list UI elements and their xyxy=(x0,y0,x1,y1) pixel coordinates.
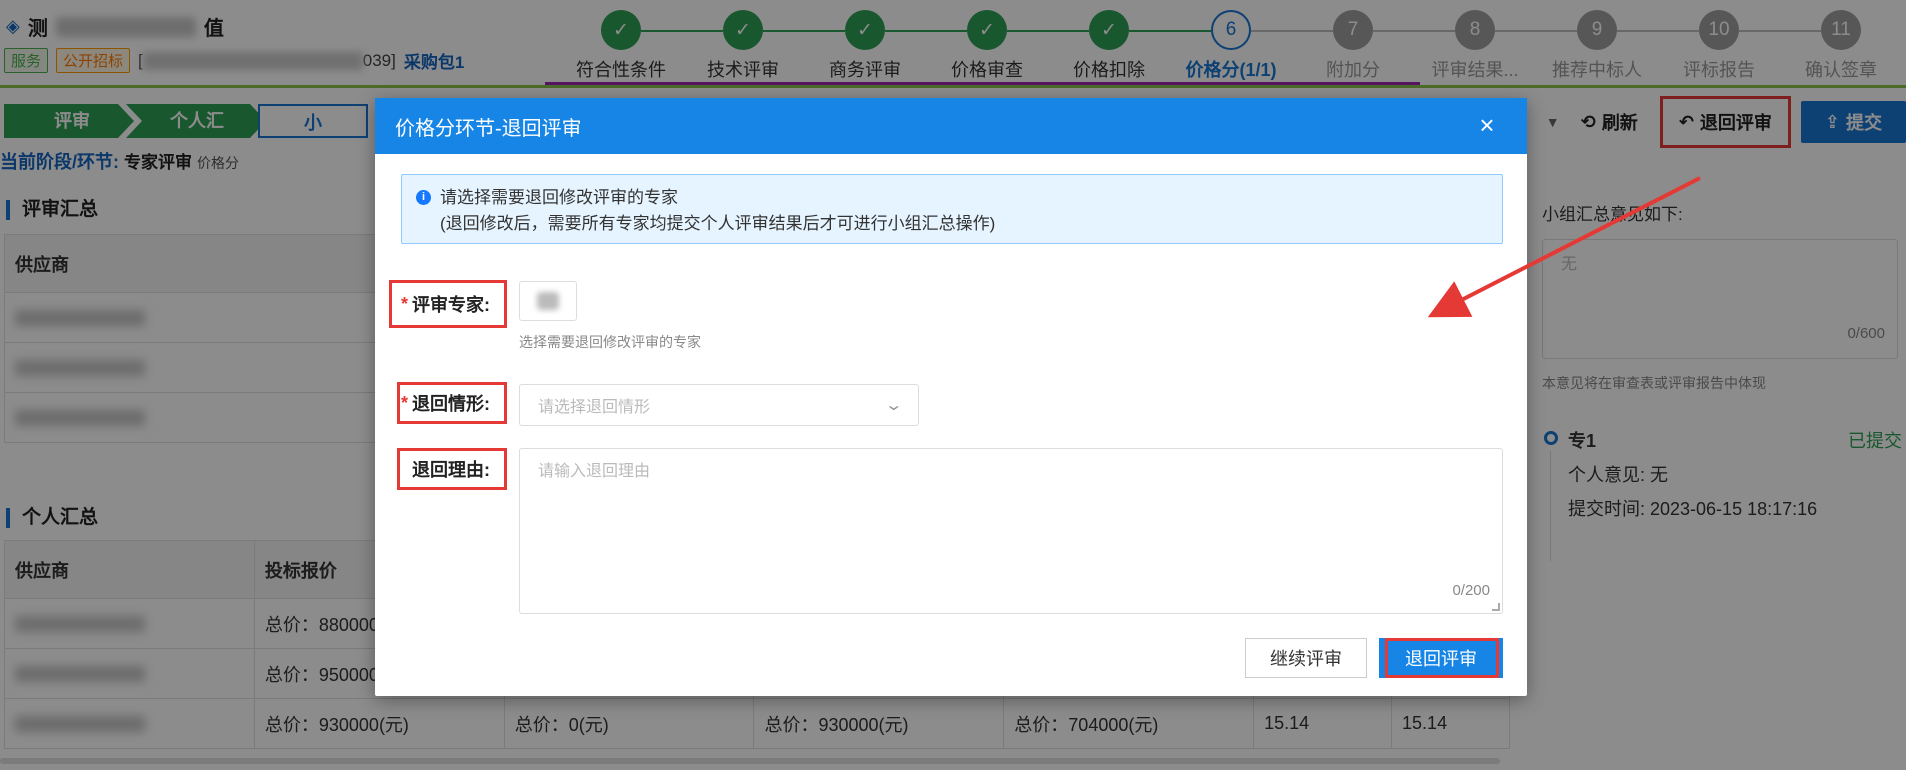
required-mark: * xyxy=(400,392,408,413)
return-review-dialog: 价格分环节-退回评审 × i 请选择需要退回修改评审的专家 (退回修改后，需要所… xyxy=(375,98,1527,696)
resize-handle-icon[interactable] xyxy=(1492,603,1500,611)
situation-select[interactable]: 请选择退回情形 ⌄ xyxy=(519,384,919,426)
confirm-return-button[interactable]: 退回评审 xyxy=(1379,638,1503,678)
expert-hint: 选择需要退回修改评审的专家 xyxy=(519,334,701,350)
info-line-1: 请选择需要退回修改评审的专家 xyxy=(440,188,678,207)
expert-label-text: 评审专家: xyxy=(412,295,490,315)
situation-placeholder: 请选择退回情形 xyxy=(538,399,651,416)
dialog-title: 价格分环节-退回评审 xyxy=(395,117,582,140)
close-icon[interactable]: × xyxy=(1475,112,1499,138)
info-alert: i 请选择需要退回修改评审的专家 (退回修改后，需要所有专家均提交个人评审结果后… xyxy=(401,174,1503,244)
dialog-header: 价格分环节-退回评审 × xyxy=(375,98,1527,154)
info-icon: i xyxy=(416,190,431,205)
reason-label-text: 退回理由: xyxy=(412,460,490,480)
required-mark: * xyxy=(400,293,408,314)
reason-label: 退回理由: xyxy=(397,448,507,490)
reason-count: 0/200 xyxy=(1452,582,1490,599)
continue-review-button[interactable]: 继续评审 xyxy=(1245,638,1367,678)
reason-textarea[interactable]: 请输入退回理由 0/200 xyxy=(519,448,1503,614)
situation-label-text: 退回情形: xyxy=(412,394,490,414)
info-line-2: (退回修改后，需要所有专家均提交个人评审结果后才可进行小组汇总操作) xyxy=(440,214,996,233)
redacted-expert xyxy=(537,292,559,310)
chevron-down-icon: ⌄ xyxy=(883,397,903,414)
expert-option[interactable] xyxy=(519,281,577,321)
reason-placeholder: 请输入退回理由 xyxy=(538,463,651,480)
situation-label: * 退回情形: xyxy=(397,382,507,424)
expert-label: * 评审专家: xyxy=(389,280,507,328)
